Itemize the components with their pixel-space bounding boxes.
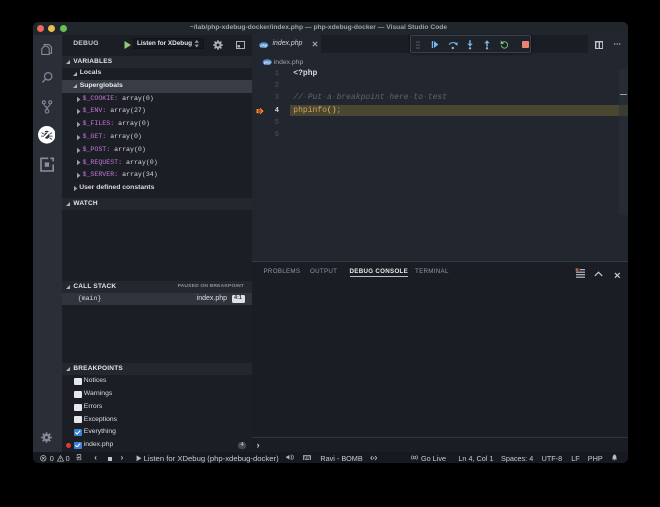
svg-text:php: php — [260, 44, 268, 48]
svg-text:php: php — [263, 61, 271, 65]
